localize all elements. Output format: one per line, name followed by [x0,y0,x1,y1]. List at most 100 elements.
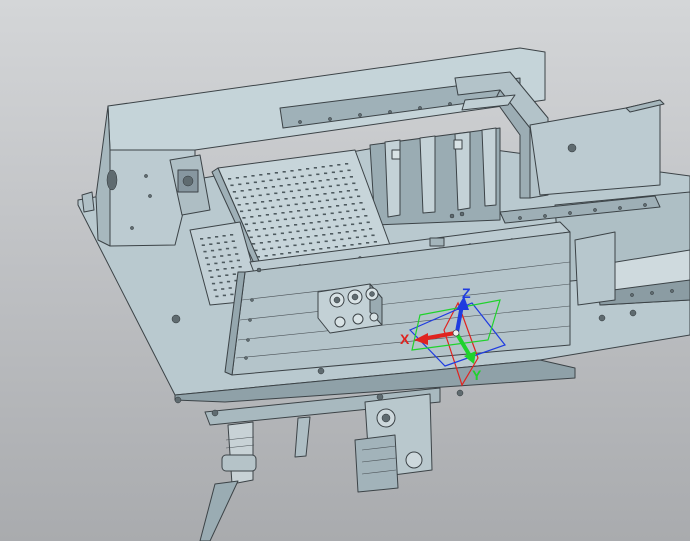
tray-slot [344,183,348,186]
tray-slot [256,188,260,190]
tray-slot [300,196,304,198]
tray-slot [358,222,362,225]
tray-slot [343,224,347,227]
tray-slot [309,242,313,245]
tray-slot [227,254,231,256]
tray-slot [247,209,251,212]
tray-slot [361,229,365,231]
pneumatic-cylinder-block[interactable] [317,283,383,334]
tray-slot [274,172,278,174]
tray-slot [225,247,230,250]
tray-slot [228,178,232,180]
tray-slot [254,249,258,252]
tray-slot [305,188,309,191]
tray-slot [223,268,227,270]
triad-x-label: X [400,331,410,347]
tray-slot [262,228,266,230]
tray-slot [324,240,328,243]
tray-slot [264,187,268,189]
tray-slot [314,235,318,237]
tray-slot [358,243,362,245]
tray-slot [351,203,355,205]
tray-slot [256,256,260,258]
linear-bearing-left[interactable] [199,421,257,541]
tray-slot [238,183,242,186]
tray-slot [338,211,342,214]
tray-slot [230,184,234,187]
tray-slot [307,195,311,197]
tray-slot [279,205,283,208]
tray-slot [278,226,282,228]
tray-slot [328,206,332,208]
tray-slot [340,238,344,241]
tray-slot [261,201,265,203]
tray-slot [341,197,345,200]
tray-slot [312,208,316,210]
tray-slot [292,197,296,199]
tray-slot [348,237,352,240]
tray-slot [306,168,310,170]
tray-slot [340,218,344,220]
tray-slot [210,276,214,278]
tray-slot [248,189,252,191]
tray-slot [233,246,237,249]
tray-slot [251,175,255,177]
tray-slot [212,256,216,258]
tray-slot [326,179,330,181]
tray-slot [209,243,213,245]
tray-slot [279,185,283,187]
tray-slot [336,205,340,207]
tray-slot [349,196,353,199]
tray-slot [304,209,308,211]
tray-slot [333,219,337,221]
tray-slot [271,206,275,209]
tray-slot [325,220,329,222]
tray-slot [336,184,340,187]
tray-slot [290,170,294,172]
tray-slot [364,215,368,217]
feeder-partition-plates[interactable] [369,127,501,226]
tray-slot [343,204,347,206]
tray-slot [216,242,220,244]
tray-slot [346,190,350,192]
tray-slot [366,242,370,244]
tray-slot [289,190,293,193]
tray-slot [267,173,271,175]
tray-slot [264,255,268,257]
cad-model-canvas[interactable]: X Z Y [0,0,690,541]
tray-slot [238,266,242,268]
tray-slot [298,169,302,171]
tray-slot [207,237,211,239]
tray-slot [313,167,317,169]
tray-slot [240,210,244,213]
tray-slot [292,176,296,179]
triad-origin [452,329,460,337]
tray-slot [226,280,231,283]
tray-slot [331,171,335,174]
tray-slot [316,173,320,176]
tray-slot [351,223,355,226]
tray-slot [273,213,277,215]
cad-3d-viewport[interactable]: X Z Y [0,0,690,541]
tray-slot [200,238,204,240]
tray-slot [262,248,266,251]
linear-bearing-right[interactable] [354,393,433,493]
tray-slot [272,254,276,256]
tray-slot [319,248,323,250]
tray-slot [346,210,350,213]
triad-z-label: Z [462,285,471,301]
tray-slot [328,185,332,188]
tray-slot [342,177,346,179]
tray-slot [215,236,219,238]
tray-slot [243,196,247,199]
tray-slot [265,234,269,237]
tray-slot [270,247,274,250]
tray-slot [366,221,370,224]
tray-slot [348,217,352,219]
tray-slot [268,200,272,202]
tray-slot [304,229,308,232]
tray-slot [282,171,286,173]
tray-slot [359,202,363,204]
tray-slot [289,211,293,213]
tray-slot [316,241,320,244]
